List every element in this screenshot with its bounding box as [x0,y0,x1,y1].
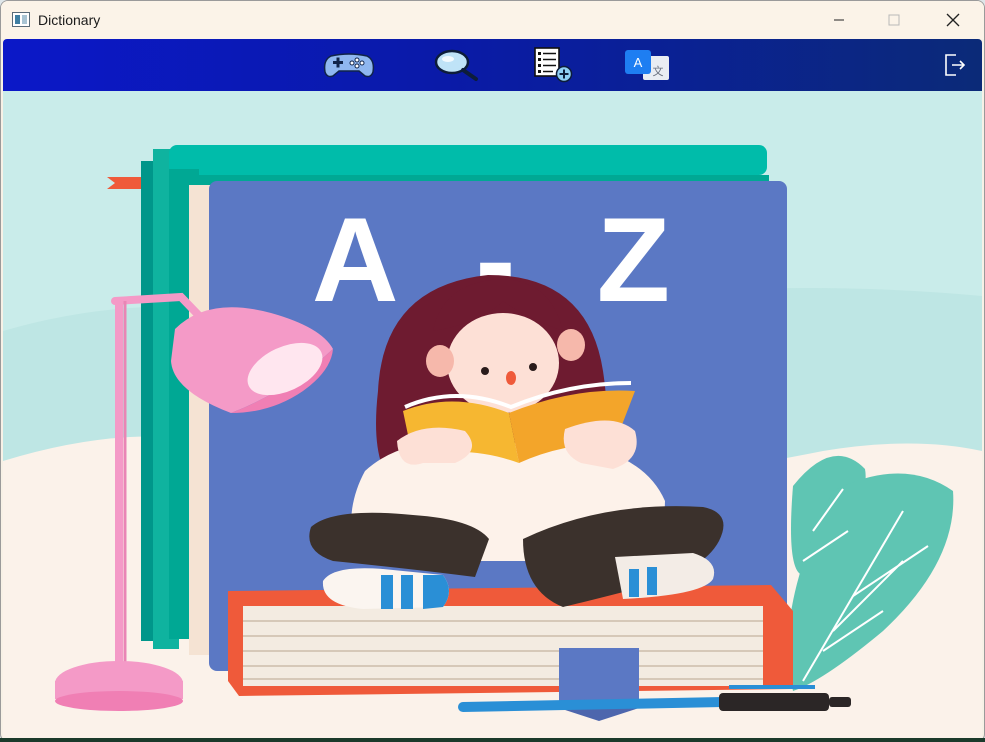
close-button[interactable] [930,1,976,39]
close-icon [946,13,960,27]
title-bar: Dictionary [1,1,984,39]
word-list-button[interactable] [527,47,579,83]
gamepad-icon [323,53,375,78]
add-to-list-icon [534,47,573,83]
exit-button[interactable] [938,47,972,83]
maximize-icon [888,14,900,26]
translate-icon: A 文 [625,50,669,80]
translate-latin-glyph: A [634,55,643,70]
translate-button[interactable]: A 文 [621,47,673,83]
main-toolbar: A 文 [3,39,982,91]
search-button[interactable] [431,47,483,83]
logout-icon [945,54,966,76]
magnifier-icon [434,49,478,81]
illustration-area: A - Z [3,91,982,741]
game-button[interactable] [323,47,375,83]
desktop-strip [0,738,985,742]
window-title: Dictionary [38,12,101,28]
translate-cjk-glyph: 文 [653,64,664,78]
app-icon [12,12,30,27]
maximize-button[interactable] [871,1,917,39]
minimize-icon [834,19,844,21]
reading-girl-illustration: A - Z [3,91,982,741]
app-window: Dictionary A 文 A - Z [0,0,985,742]
minimize-button[interactable] [816,1,862,39]
